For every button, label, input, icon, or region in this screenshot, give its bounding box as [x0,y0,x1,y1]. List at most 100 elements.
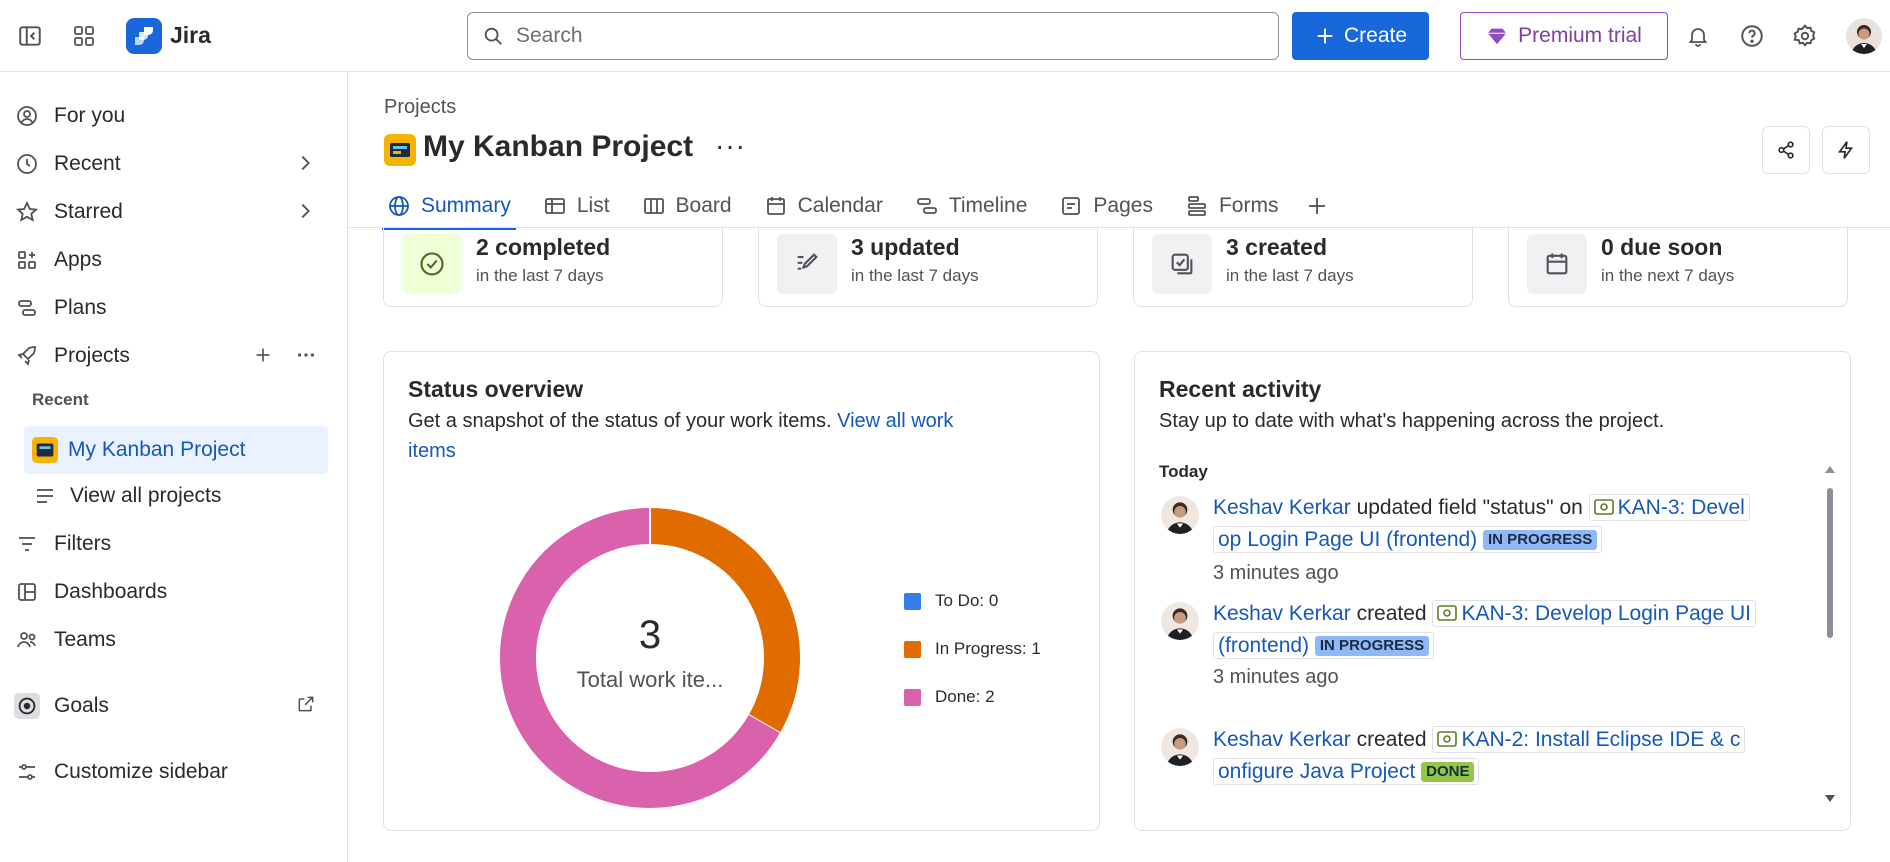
stat-card-created[interactable]: 3 created in the last 7 days [1133,228,1473,307]
sidebar-item-customize[interactable]: Customize sidebar [14,750,330,794]
settings-gear-icon[interactable] [1787,18,1823,54]
tab-label: Forms [1218,194,1279,217]
add-project-icon[interactable] [252,344,274,372]
external-link-icon[interactable] [296,694,316,720]
jira-logo-icon[interactable] [126,18,162,54]
share-button[interactable] [1762,126,1810,174]
activity-action: updated field "status" on [1350,496,1589,519]
sidebar-item-label: Filters [54,532,112,555]
project-avatar-icon [384,134,416,166]
sidebar-item-filters[interactable]: Filters [14,522,330,566]
tab-summary[interactable]: Summary [382,186,516,230]
stat-subtitle: in the last 7 days [1226,266,1354,285]
issue-key: KAN-3: Develop Login Page UI [1461,602,1751,625]
sidebar-item-plans[interactable]: Plans [14,286,330,330]
globe-icon [387,194,411,218]
sidebar-item-teams[interactable]: Teams [14,618,330,662]
stat-title: 3 updated [851,234,960,260]
activity-text: Keshav Kerkar created KAN-2: Install Ecl… [1213,724,1813,788]
legend-item-todo[interactable]: To Do: 0 [904,591,998,611]
activity-timestamp: 3 minutes ago [1213,666,1339,688]
issue-link[interactable]: onfigure Java Project DONE [1213,758,1480,785]
avatar[interactable] [1161,496,1199,534]
activity-action: created [1350,602,1433,625]
user-link[interactable]: Keshav Kerkar [1213,728,1351,751]
sidebar-item-apps[interactable]: Apps [14,238,330,282]
goals-icon [14,693,40,719]
plus-icon [1317,28,1333,44]
table-icon [543,194,567,218]
tab-label: Board [675,194,732,217]
user-avatar[interactable] [1846,18,1882,54]
search-input[interactable] [516,24,1216,48]
premium-label: Premium trial [1518,24,1642,47]
recent-section-heading: Recent [32,390,89,409]
customize-icon [14,759,40,785]
app-name[interactable]: Jira [170,22,211,49]
user-link[interactable]: Keshav Kerkar [1213,496,1351,519]
project-more-button[interactable]: ··· [715,130,746,162]
issue-link[interactable]: op Login Page UI (frontend) IN PROGRESS [1213,526,1603,553]
view-all-work-items-link[interactable]: items [408,440,456,462]
user-link[interactable]: Keshav Kerkar [1213,602,1351,625]
breadcrumb[interactable]: Projects [384,96,456,119]
tab-board[interactable]: Board [637,186,737,226]
sidebar-item-label: For you [54,104,126,127]
help-icon[interactable] [1734,18,1770,54]
tab-label: List [576,194,610,217]
issue-link[interactable]: KAN-3: Develop Login Page UI [1432,600,1756,627]
stat-card-due-soon[interactable]: 0 due soon in the next 7 days [1508,228,1848,307]
sidebar-item-view-all-projects[interactable]: View all projects [24,474,340,518]
app-switcher-icon[interactable] [66,18,102,54]
create-button[interactable]: Create [1292,12,1429,60]
activity-text: Keshav Kerkar updated field "status" on … [1213,492,1813,556]
tab-list[interactable]: List [538,186,615,226]
issue-link[interactable]: (frontend) IN PROGRESS [1213,632,1435,659]
story-icon [1437,605,1458,621]
legend-label: In Progress: 1 [935,639,1041,658]
page-icon [1059,194,1083,218]
panel-description: Stay up to date with what's happening ac… [1159,410,1665,432]
chevron-right-icon[interactable] [294,200,316,228]
sidebar-item-dashboards[interactable]: Dashboards [14,570,330,614]
tab-timeline[interactable]: Timeline [910,186,1033,226]
sidebar-item-recent[interactable]: Recent [14,142,330,186]
add-tab-button[interactable] [1305,186,1344,226]
legend-item-done[interactable]: Done: 2 [904,687,995,707]
tab-pages[interactable]: Pages [1054,186,1158,226]
activity-scrollbar[interactable] [1822,464,1838,804]
tab-forms[interactable]: Forms [1180,186,1284,226]
sidebar-item-my-kanban-project[interactable]: My Kanban Project [24,426,328,474]
panel-title: Recent activity [1159,376,1322,402]
search-box[interactable] [467,12,1279,60]
legend-item-in-progress[interactable]: In Progress: 1 [904,639,1041,659]
avatar[interactable] [1161,602,1199,640]
sidebar-item-for-you[interactable]: For you [14,94,330,138]
sidebar-item-goals[interactable]: Goals [14,684,330,728]
issue-link[interactable]: KAN-3: Devel [1588,494,1750,521]
board-icon [642,194,666,218]
automation-button[interactable] [1822,126,1870,174]
search-icon [484,27,502,45]
donut-total-value: 3 [638,613,662,657]
issue-link[interactable]: KAN-2: Install Eclipse IDE & c [1432,726,1746,753]
more-icon[interactable] [294,344,318,372]
sidebar-item-starred[interactable]: Starred [14,190,330,234]
notifications-bell-icon[interactable] [1680,18,1716,54]
recent-activity-panel: Recent activity Stay up to date with wha… [1134,351,1851,831]
stat-card-updated[interactable]: 3 updated in the last 7 days [758,228,1098,307]
edit-icon [777,234,837,294]
collapse-sidebar-icon[interactable] [12,18,48,54]
stat-card-completed[interactable]: 2 completed in the last 7 days [383,228,723,307]
legend-swatch [904,592,921,610]
sidebar-item-label: View all projects [70,484,222,507]
chevron-right-icon[interactable] [294,152,316,180]
avatar[interactable] [1161,728,1199,766]
sidebar-item-projects[interactable]: Projects [14,334,330,378]
check-circle-icon [402,234,462,294]
legend-label: To Do: 0 [935,591,999,610]
tab-label: Timeline [948,194,1028,217]
tab-calendar[interactable]: Calendar [759,186,888,226]
view-all-work-items-link[interactable]: View all work [837,410,953,432]
premium-trial-button[interactable]: Premium trial [1460,12,1668,60]
